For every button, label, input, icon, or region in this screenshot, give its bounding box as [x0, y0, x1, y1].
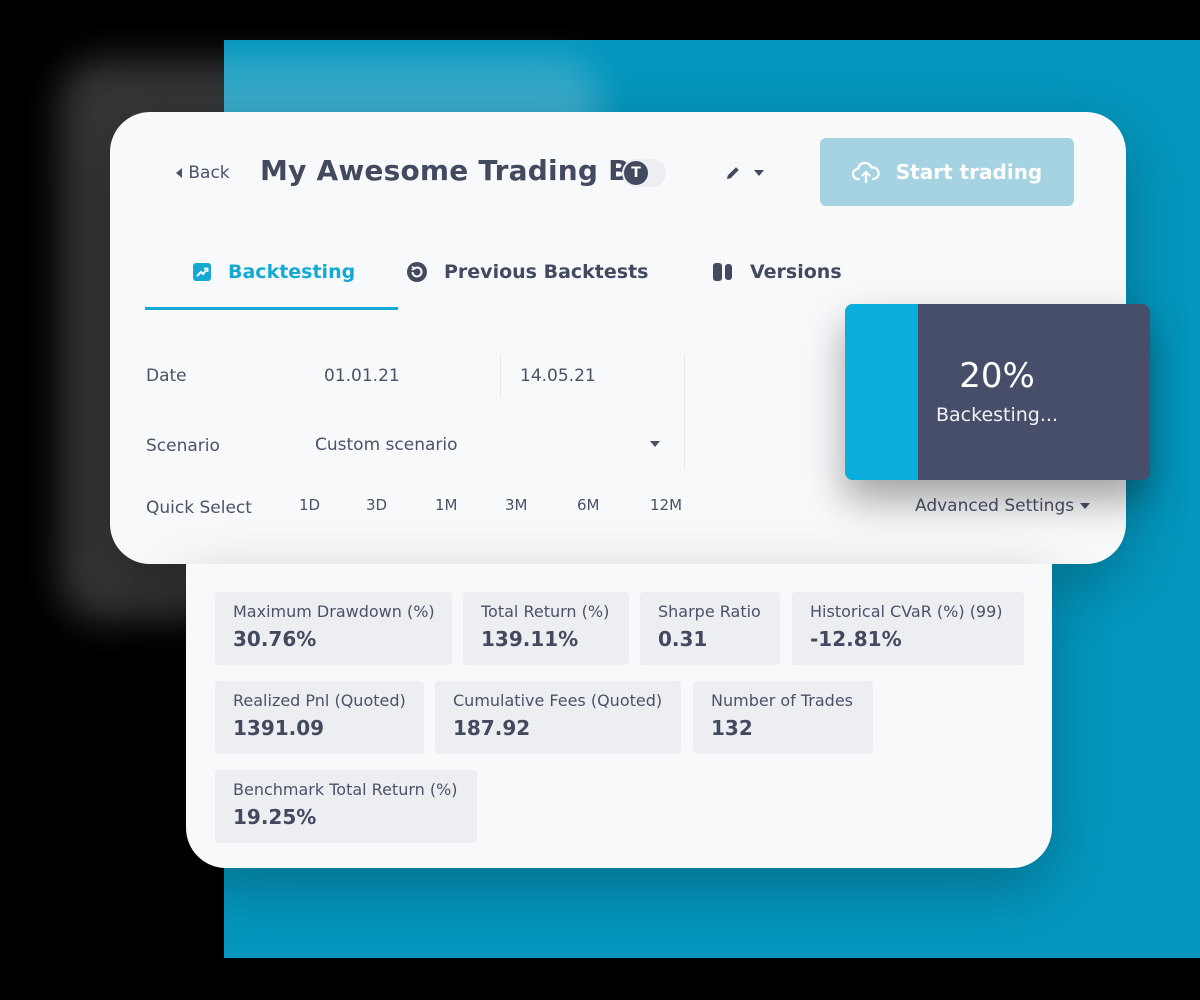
chevron-down-icon	[1080, 503, 1091, 509]
scenario-select[interactable]: Custom scenario	[300, 420, 684, 470]
metric-total-return: Total Return (%) 139.11%	[463, 592, 629, 665]
tab-versions[interactable]: Versions	[712, 250, 842, 294]
back-label: Back	[188, 163, 230, 183]
metric-value: -12.81%	[810, 627, 902, 651]
backtest-progress: 20% Backesting...	[845, 304, 1150, 480]
start-trading-label: Start trading	[895, 160, 1043, 184]
chevron-down-icon	[650, 441, 660, 447]
metric-label: Total Return (%)	[481, 602, 610, 621]
versions-icon	[713, 263, 732, 281]
advanced-settings-label: Advanced Settings	[915, 496, 1075, 516]
date-divider	[500, 354, 501, 398]
metric-number-of-trades: Number of Trades 132	[693, 681, 873, 754]
date-to-value: 14.05.21	[520, 366, 596, 386]
quick-select-label: Quick Select	[146, 498, 252, 518]
metric-realized-pnl: Realized Pnl (Quoted) 1391.09	[215, 681, 424, 754]
edit-menu-button[interactable]	[706, 146, 782, 200]
pencil-icon	[727, 167, 739, 179]
quick-select-1d[interactable]: 1D	[299, 496, 320, 514]
progress-percent: 20%	[959, 356, 1035, 396]
date-from-input[interactable]: 01.01.21	[312, 351, 492, 401]
metric-value: 187.92	[453, 716, 531, 740]
metric-label: Historical CVaR (%) (99)	[810, 602, 1003, 621]
metric-value: 19.25%	[233, 805, 317, 829]
start-trading-button[interactable]: Start trading	[820, 138, 1074, 206]
metric-sharpe-ratio: Sharpe Ratio 0.31	[640, 592, 780, 665]
metric-label: Realized Pnl (Quoted)	[233, 691, 406, 710]
metric-historical-cvar: Historical CVaR (%) (99) -12.81%	[792, 592, 1024, 665]
active-tab-indicator	[145, 307, 398, 310]
metric-max-drawdown: Maximum Drawdown (%) 30.76%	[215, 592, 452, 665]
progress-status: Backesting...	[936, 404, 1058, 426]
tab-previous-backtests[interactable]: Previous Backtests	[406, 250, 648, 294]
tab-backtesting[interactable]: Backtesting	[192, 250, 355, 294]
chart-up-icon	[193, 263, 211, 281]
chevron-down-icon	[754, 170, 764, 176]
bot-title: My Awesome Trading Bot	[260, 154, 663, 187]
metric-value: 139.11%	[481, 627, 579, 651]
quick-select-3d[interactable]: 3D	[366, 496, 387, 514]
metric-value: 132	[711, 716, 753, 740]
tab-label: Versions	[750, 261, 842, 283]
date-from-value: 01.01.21	[324, 366, 400, 386]
metric-label: Number of Trades	[711, 691, 854, 710]
metric-value: 0.31	[658, 627, 708, 651]
metric-label: Sharpe Ratio	[658, 602, 761, 621]
token-icon: T	[624, 161, 648, 185]
metric-value: 1391.09	[233, 716, 325, 740]
scenario-value: Custom scenario	[315, 435, 458, 455]
advanced-settings-toggle[interactable]: Advanced Settings	[915, 496, 1091, 516]
quick-select-3m[interactable]: 3M	[505, 496, 528, 514]
cloud-upload-icon	[851, 161, 880, 184]
metric-label: Benchmark Total Return (%)	[233, 780, 458, 799]
quick-select-12m[interactable]: 12M	[650, 496, 682, 514]
history-icon	[407, 262, 427, 282]
back-arrow-icon	[176, 168, 183, 178]
quick-select-1m[interactable]: 1M	[435, 496, 458, 514]
metric-cumulative-fees: Cumulative Fees (Quoted) 187.92	[435, 681, 681, 754]
token-toggle[interactable]: T	[622, 159, 666, 187]
metric-value: 30.76%	[233, 627, 317, 651]
metric-label: Cumulative Fees (Quoted)	[453, 691, 663, 710]
form-divider	[684, 354, 685, 470]
back-button[interactable]: Back	[160, 148, 246, 198]
quick-select-6m[interactable]: 6M	[577, 496, 600, 514]
progress-fill	[845, 304, 919, 480]
tab-label: Previous Backtests	[444, 261, 649, 283]
backtest-results-card: Maximum Drawdown (%) 30.76% Total Return…	[186, 564, 1052, 868]
date-label: Date	[146, 366, 187, 386]
metric-label: Maximum Drawdown (%)	[233, 602, 435, 621]
metric-benchmark-total-return: Benchmark Total Return (%) 19.25%	[215, 770, 477, 843]
date-to-input[interactable]: 14.05.21	[508, 351, 684, 401]
tab-label: Backtesting	[228, 261, 356, 283]
scenario-label: Scenario	[146, 436, 220, 456]
